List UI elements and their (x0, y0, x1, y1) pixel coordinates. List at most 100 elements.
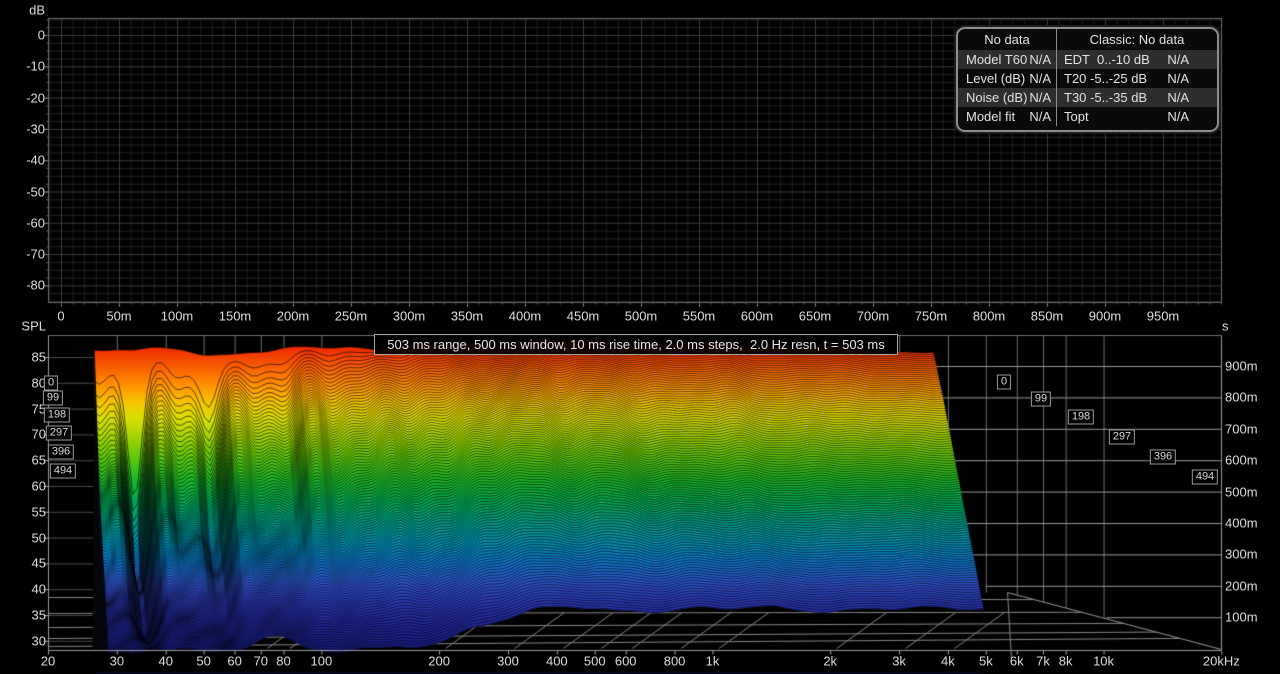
info-label: Level (dB) (966, 71, 1025, 86)
freq-tick-label: 30 (110, 655, 124, 668)
time-tick-label: 250m (335, 310, 368, 323)
db-tick-label: -80 (26, 279, 45, 292)
waterfall-settings-title: 503 ms range, 500 ms window, 10 ms rise … (374, 334, 898, 355)
time-tick-label: 950m (1147, 310, 1180, 323)
time-tick-label: 700m (857, 310, 890, 323)
freq-tick-label: 600 (615, 655, 637, 668)
freq-tick-label: 6k (1010, 655, 1024, 668)
spl-tick-label: 60 (32, 480, 46, 493)
time-slice-tick-label: 800m (1225, 391, 1258, 404)
info-label: Model T60 (966, 52, 1027, 67)
time-tick-label: 550m (683, 310, 716, 323)
freq-tick-label: 10k (1093, 655, 1114, 668)
info-table-row: Model T60N/AEDT 0..-10 dBN/A (958, 50, 1217, 69)
info-value: N/A (1029, 109, 1051, 124)
info-table-left-header: No data (958, 29, 1057, 50)
time-tick-label: 150m (219, 310, 252, 323)
time-tick-label: 350m (451, 310, 484, 323)
info-label: EDT 0..-10 dB (1064, 52, 1150, 67)
time-tick-label: 850m (1031, 310, 1064, 323)
freq-tick-label: 2k (823, 655, 837, 668)
slice-time-box-label: 0 (44, 376, 58, 391)
freq-tick-label: 60 (227, 655, 241, 668)
slice-time-box-label: 99 (43, 391, 63, 406)
freq-tick-label: 8k (1059, 655, 1073, 668)
time-tick-label: 300m (393, 310, 426, 323)
freq-tick-label: 1k (706, 655, 720, 668)
info-value: N/A (1167, 71, 1189, 86)
top-y-axis-unit-label: dB (29, 4, 45, 17)
time-tick-label: 50m (106, 310, 131, 323)
db-tick-label: -60 (26, 216, 45, 229)
time-tick-label: 900m (1089, 310, 1122, 323)
spl-tick-label: 30 (32, 634, 46, 647)
slice-time-box-label: 297 (1109, 430, 1135, 445)
time-tick-label: 200m (277, 310, 310, 323)
freq-tick-label: 5k (979, 655, 993, 668)
time-slice-tick-label: 600m (1225, 454, 1258, 467)
freq-tick-label: 400 (546, 655, 568, 668)
time-slice-tick-label: 400m (1225, 517, 1258, 530)
time-tick-label: 600m (741, 310, 774, 323)
waterfall-y-axis-label: SPL (21, 320, 46, 333)
freq-tick-label: 20kHz (1203, 655, 1240, 668)
time-tick-label: 800m (973, 310, 1006, 323)
db-tick-label: -20 (26, 91, 45, 104)
top-x-axis-unit-label: s (1222, 320, 1229, 333)
spl-tick-label: 55 (32, 505, 46, 518)
time-tick-label: 400m (509, 310, 542, 323)
info-label: T20 -5..-25 dB (1064, 71, 1147, 86)
slice-time-box-label: 198 (1068, 410, 1094, 425)
info-table-header-row: No data Classic: No data (958, 29, 1217, 50)
info-table-right-header: Classic: No data (1057, 29, 1217, 50)
freq-tick-label: 70 (254, 655, 268, 668)
slice-time-box-label: 0 (997, 375, 1011, 390)
db-tick-label: -30 (26, 122, 45, 135)
time-tick-label: 0 (57, 310, 64, 323)
info-label: Topt (1064, 109, 1089, 124)
freq-tick-label: 200 (428, 655, 450, 668)
info-table-row: Model fitN/AToptN/A (958, 107, 1217, 126)
slice-time-box-label: 396 (48, 445, 74, 460)
time-tick-label: 650m (799, 310, 832, 323)
time-slice-tick-label: 500m (1225, 485, 1258, 498)
info-value: N/A (1029, 90, 1051, 105)
time-slice-tick-label: 900m (1225, 360, 1258, 373)
freq-tick-label: 20 (41, 655, 55, 668)
spl-tick-label: 35 (32, 609, 46, 622)
slice-time-box-label: 396 (1150, 450, 1176, 465)
slice-time-box-label: 494 (1192, 470, 1218, 485)
time-tick-label: 500m (625, 310, 658, 323)
freq-tick-label: 500 (584, 655, 606, 668)
info-label: Noise (dB) (966, 90, 1027, 105)
spl-tick-label: 40 (32, 583, 46, 596)
info-value: N/A (1029, 52, 1051, 67)
time-slice-tick-label: 200m (1225, 579, 1258, 592)
freq-tick-label: 50 (196, 655, 210, 668)
info-value: N/A (1167, 90, 1189, 105)
time-slice-tick-label: 300m (1225, 548, 1258, 561)
freq-tick-label: 800 (664, 655, 686, 668)
slice-time-box-label: 198 (44, 408, 70, 423)
freq-tick-label: 300 (497, 655, 519, 668)
freq-tick-label: 7k (1036, 655, 1050, 668)
spl-tick-label: 85 (32, 351, 46, 364)
slice-time-box-label: 99 (1031, 392, 1051, 407)
spl-tick-label: 50 (32, 531, 46, 544)
db-tick-label: -40 (26, 154, 45, 167)
info-value: N/A (1167, 109, 1189, 124)
info-label: T30 -5..-35 dB (1064, 90, 1147, 105)
freq-tick-label: 40 (158, 655, 172, 668)
time-slice-tick-label: 100m (1225, 611, 1258, 624)
time-slice-tick-label: 700m (1225, 422, 1258, 435)
slice-time-box-label: 494 (50, 464, 76, 479)
db-tick-label: -70 (26, 248, 45, 261)
time-tick-label: 100m (161, 310, 194, 323)
measurement-info-table: No data Classic: No data Model T60N/AEDT… (956, 27, 1219, 132)
db-tick-label: 0 (38, 29, 45, 42)
slice-time-box-label: 297 (46, 426, 72, 441)
spl-tick-label: 65 (32, 454, 46, 467)
freq-tick-label: 3k (892, 655, 906, 668)
time-tick-label: 450m (567, 310, 600, 323)
time-tick-label: 750m (915, 310, 948, 323)
